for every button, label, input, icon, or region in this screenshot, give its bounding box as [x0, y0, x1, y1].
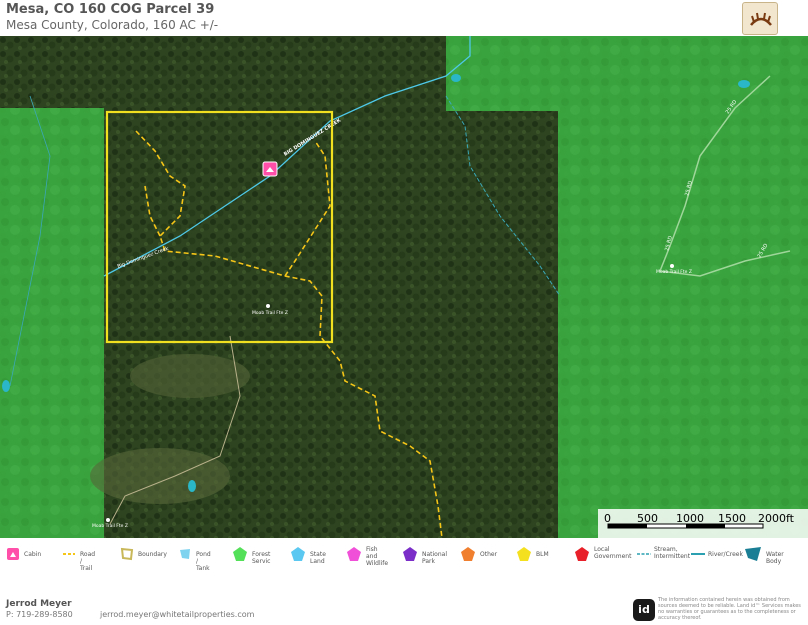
map-title: Mesa, CO 160 COG Parcel 39 [6, 2, 215, 17]
scale-tick-2000: 2000ft [758, 512, 795, 525]
legend-label: Road / Trail [80, 551, 96, 572]
trail-label: Moab Trail Fte Z [656, 269, 692, 275]
trailhead-icon [266, 304, 270, 308]
map-header: Mesa, CO 160 COG Parcel 39 Mesa County, … [0, 0, 808, 36]
whitetail-logo [742, 2, 778, 35]
scale-tick-1000: 1000 [676, 512, 704, 525]
legend-label: Boundary [138, 551, 167, 558]
cabin-marker[interactable] [262, 161, 278, 177]
water-body-icon [745, 547, 761, 561]
land-id-logo: id [633, 599, 655, 621]
disclaimer-text: The information contained herein was obt… [658, 597, 801, 621]
legend-label: State Land [310, 551, 326, 565]
map-canvas[interactable]: 25 RD 25 RD 25 RD 25 RD BIG DOMINGUEZ CR… [0, 36, 808, 538]
river-creek-icon [691, 553, 705, 555]
forest-service-icon [233, 547, 247, 561]
scale-tick-500: 500 [637, 512, 658, 525]
stream-intermittent-icon [637, 553, 651, 555]
scale-tick-0: 0 [604, 512, 611, 525]
legend-label: BLM [536, 551, 549, 558]
pond [451, 74, 461, 82]
legend-label: Cabin [24, 551, 42, 558]
trailhead-icon [670, 264, 674, 268]
map-subtitle: Mesa County, Colorado, 160 AC +/- [6, 18, 219, 32]
blm-icon [517, 547, 531, 561]
agent-phone[interactable]: P: 719-289-8580 [6, 610, 73, 619]
national-park-icon [403, 547, 417, 561]
satellite-map[interactable]: 25 RD 25 RD 25 RD 25 RD BIG DOMINGUEZ CR… [0, 36, 808, 538]
scale-bar: 0 500 1000 1500 2000ft [598, 509, 808, 538]
trail-label: Moab Trail Fte Z [92, 523, 128, 529]
legend-label: River/Creek [708, 551, 743, 558]
legend-label: Water Body [766, 551, 784, 565]
meadow-patch [130, 354, 250, 398]
pond [738, 80, 750, 88]
pond [2, 380, 10, 392]
trail-label: Moab Trail Fte Z [252, 310, 288, 316]
state-land-northeast [446, 36, 558, 111]
meadow-patch [90, 448, 230, 504]
agent-name: Jerrod Meyer [6, 599, 72, 609]
legend-label: Stream, Intermittent [654, 546, 691, 560]
legend-label: Local Government [594, 546, 632, 560]
antler-logo-icon [750, 12, 772, 26]
legend-label: National Park [422, 551, 448, 565]
scale-tick-1500: 1500 [718, 512, 746, 525]
legend-label: Other [480, 551, 498, 558]
pond-tank-icon [180, 549, 190, 559]
state-land-east [558, 36, 808, 538]
fish-wildlife-icon [347, 547, 361, 561]
pond [188, 480, 196, 492]
local-government-icon [575, 547, 589, 561]
other-icon [461, 547, 475, 561]
map-legend: Cabin Road / Trail Boundary Pond / Tank … [0, 542, 808, 572]
state-land-icon [291, 547, 305, 561]
trailhead-icon [106, 518, 110, 522]
legend-label: Pond / Tank [196, 551, 211, 572]
state-land-west [0, 108, 104, 538]
cabin-icon [7, 548, 19, 560]
road-trail-icon [63, 553, 75, 555]
agent-email[interactable]: jerrod.meyer@whitetailproperties.com [100, 610, 254, 619]
boundary-icon [120, 547, 134, 561]
legend-label: Fish and Wildlife [366, 546, 389, 567]
legend-label: Forest Servic [252, 551, 271, 565]
